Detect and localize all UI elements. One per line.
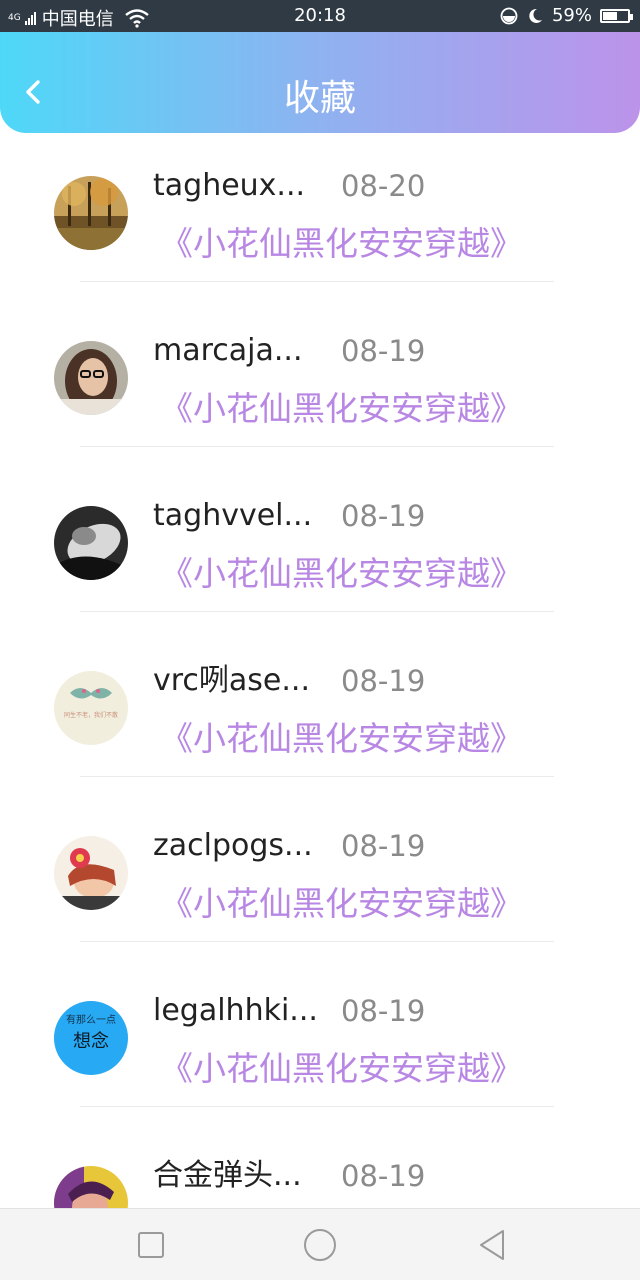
black-white-portrait-photo [54,506,128,580]
list-item[interactable]: 同生不老，我们不散 vrc咧ase... 08-19 《小花仙黑化安安穿越》 [0,645,640,810]
divider [80,1106,554,1107]
avatar[interactable] [54,836,128,910]
avatar[interactable] [54,1166,128,1208]
battery-icon [600,8,633,23]
blue-avatar-line1: 有那么一点 [66,1013,116,1026]
book-title[interactable]: 《小花仙黑化安安穿越》 [160,387,523,431]
list-item[interactable]: marcaja... 08-19 《小花仙黑化安安穿越》 [0,315,640,480]
system-nav-bar [0,1208,640,1280]
triangle-back-icon[interactable] [474,1227,510,1263]
colorful-portrait-photo [54,1166,128,1208]
user-name[interactable]: 合金弹头... [153,1156,302,1196]
post-date: 08-19 [341,829,426,863]
do-not-disturb-icon [500,7,518,24]
autumn-trees-photo [54,176,128,250]
post-date: 08-19 [341,334,426,368]
list-item[interactable]: 有那么一点 想念 legalhhki... 08-19 《小花仙黑化安安穿越》 [0,975,640,1140]
page-title: 收藏 [283,78,356,119]
child-with-flower-photo [54,836,128,910]
book-title[interactable]: 《小花仙黑化安安穿越》 [160,1047,523,1091]
avatar[interactable] [54,341,128,415]
favorites-list[interactable]: tagheux... 08-20 《小花仙黑化安安穿越》 marcaja... … [0,150,640,1208]
book-title[interactable]: 《小花仙黑化安安穿越》 [160,552,523,596]
user-name[interactable]: legalhhki... [153,991,318,1031]
avatar[interactable] [54,506,128,580]
user-name[interactable]: marcaja... [153,331,303,371]
post-date: 08-19 [341,499,426,533]
post-date: 08-19 [341,1159,426,1193]
list-item[interactable]: tagheux... 08-20 《小花仙黑化安安穿越》 [0,150,640,315]
mustache-text-image: 同生不老，我们不散 [54,671,128,745]
user-name[interactable]: vrc咧ase... [153,661,310,701]
status-bar: 4G 中国电信 20:18 59% [0,0,640,32]
post-date: 08-19 [341,994,426,1028]
divider [80,281,554,282]
square-recent-apps-icon[interactable] [133,1227,169,1263]
battery-fill [603,11,618,20]
user-name[interactable]: tagheux... [153,166,305,206]
book-title[interactable]: 《小花仙黑化安安穿越》 [160,882,523,926]
user-name[interactable]: taghvvel... [153,496,312,536]
blue-text-image: 有那么一点 想念 [54,1001,128,1075]
book-title[interactable]: 《小花仙黑化安安穿越》 [160,222,523,266]
app-header: 收藏 [0,32,640,133]
circle-home-icon[interactable] [302,1227,338,1263]
divider [80,446,554,447]
blue-avatar-line2: 想念 [73,1030,109,1052]
list-item[interactable]: 合金弹头... 08-19 [0,1140,640,1208]
divider [80,941,554,942]
girl-with-glasses-photo [54,341,128,415]
avatar[interactable]: 有那么一点 想念 [54,1001,128,1075]
list-item[interactable]: zaclpogs... 08-19 《小花仙黑化安安穿越》 [0,810,640,975]
moon-icon [529,8,542,23]
avatar[interactable] [54,176,128,250]
mustache-caption: 同生不老，我们不散 [64,711,118,719]
battery-percent: 59% [551,5,592,26]
divider [80,611,554,612]
avatar[interactable]: 同生不老，我们不散 [54,671,128,745]
book-title[interactable]: 《小花仙黑化安安穿越》 [160,717,523,761]
list-item[interactable]: taghvvel... 08-19 《小花仙黑化安安穿越》 [0,480,640,645]
status-right: 59% [500,5,633,26]
post-date: 08-20 [341,169,426,203]
post-date: 08-19 [341,664,426,698]
user-name[interactable]: zaclpogs... [153,826,313,866]
divider [80,776,554,777]
